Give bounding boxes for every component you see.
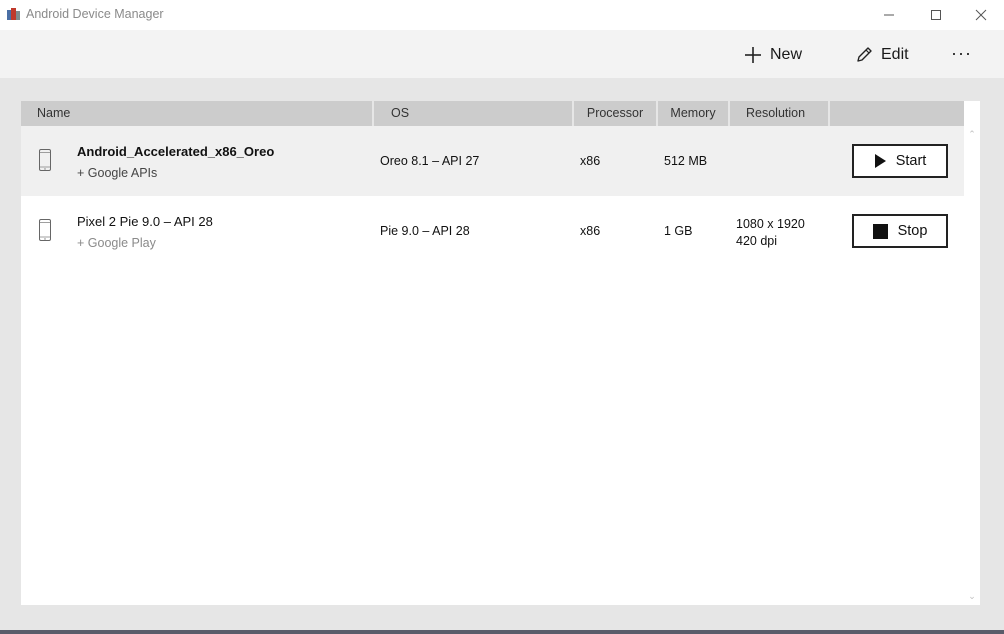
more-icon: ···	[951, 42, 972, 63]
table-header: Name OS Processor Memory Resolution	[21, 101, 964, 126]
column-header-actions	[830, 101, 964, 126]
close-button[interactable]	[958, 0, 1004, 30]
minimize-icon	[884, 14, 894, 16]
resolution-dpi: 420 dpi	[736, 234, 778, 248]
column-header-name[interactable]: Name	[21, 101, 374, 126]
device-name: Android_Accelerated_x86_Oreo	[77, 144, 275, 159]
device-resolution: 1080 x 1920 420 dpi	[736, 216, 805, 250]
phone-icon	[39, 219, 51, 241]
play-icon	[874, 154, 886, 168]
maximize-icon	[931, 10, 941, 20]
maximize-button[interactable]	[913, 0, 959, 30]
column-header-resolution[interactable]: Resolution	[730, 101, 830, 126]
edit-label: Edit	[881, 46, 909, 63]
column-header-processor[interactable]: Processor	[574, 101, 658, 126]
device-name: Pixel 2 Pie 9.0 – API 28	[77, 214, 213, 229]
app-icon	[7, 8, 20, 20]
vertical-scrollbar[interactable]: ⌃ ⌄	[964, 101, 980, 605]
resolution-size: 1080 x 1920	[736, 217, 805, 231]
stop-button[interactable]: Stop	[852, 214, 948, 248]
new-label: New	[770, 46, 803, 63]
device-memory: 1 GB	[664, 224, 693, 238]
edit-button[interactable]: Edit	[855, 40, 909, 70]
title-bar: Android Device Manager	[0, 0, 1004, 30]
column-header-memory[interactable]: Memory	[658, 101, 730, 126]
scroll-up-icon[interactable]: ⌃	[964, 129, 980, 139]
new-button[interactable]: New	[744, 40, 802, 70]
device-memory: 512 MB	[664, 154, 708, 168]
table-row[interactable]: Pixel 2 Pie 9.0 – API 28 + Google Play P…	[21, 196, 964, 266]
close-icon	[975, 9, 987, 21]
device-processor: x86	[580, 224, 601, 238]
plus-icon	[745, 47, 761, 63]
toolbar: New Edit ···	[0, 30, 1004, 78]
window-title: Android Device Manager	[26, 7, 164, 21]
stop-icon	[872, 223, 888, 239]
device-table: Name OS Processor Memory Resolution Andr…	[21, 101, 980, 605]
window-bottom-edge	[0, 630, 1004, 634]
device-addon: + Google Play	[77, 236, 156, 250]
device-os: Pie 9.0 – API 28	[380, 224, 470, 238]
phone-icon	[39, 149, 51, 171]
device-addon: + Google APIs	[77, 166, 158, 180]
device-os: Oreo 8.1 – API 27	[380, 154, 480, 168]
scroll-down-icon[interactable]: ⌄	[964, 591, 980, 601]
minimize-button[interactable]	[866, 0, 912, 30]
start-label: Start	[895, 153, 927, 169]
pencil-icon	[857, 47, 872, 62]
start-button[interactable]: Start	[852, 144, 948, 178]
column-header-os[interactable]: OS	[374, 101, 574, 126]
device-processor: x86	[580, 154, 601, 168]
more-options-button[interactable]: ···	[951, 38, 972, 68]
stop-label: Stop	[897, 223, 928, 239]
table-row[interactable]: Android_Accelerated_x86_Oreo + Google AP…	[21, 126, 964, 196]
